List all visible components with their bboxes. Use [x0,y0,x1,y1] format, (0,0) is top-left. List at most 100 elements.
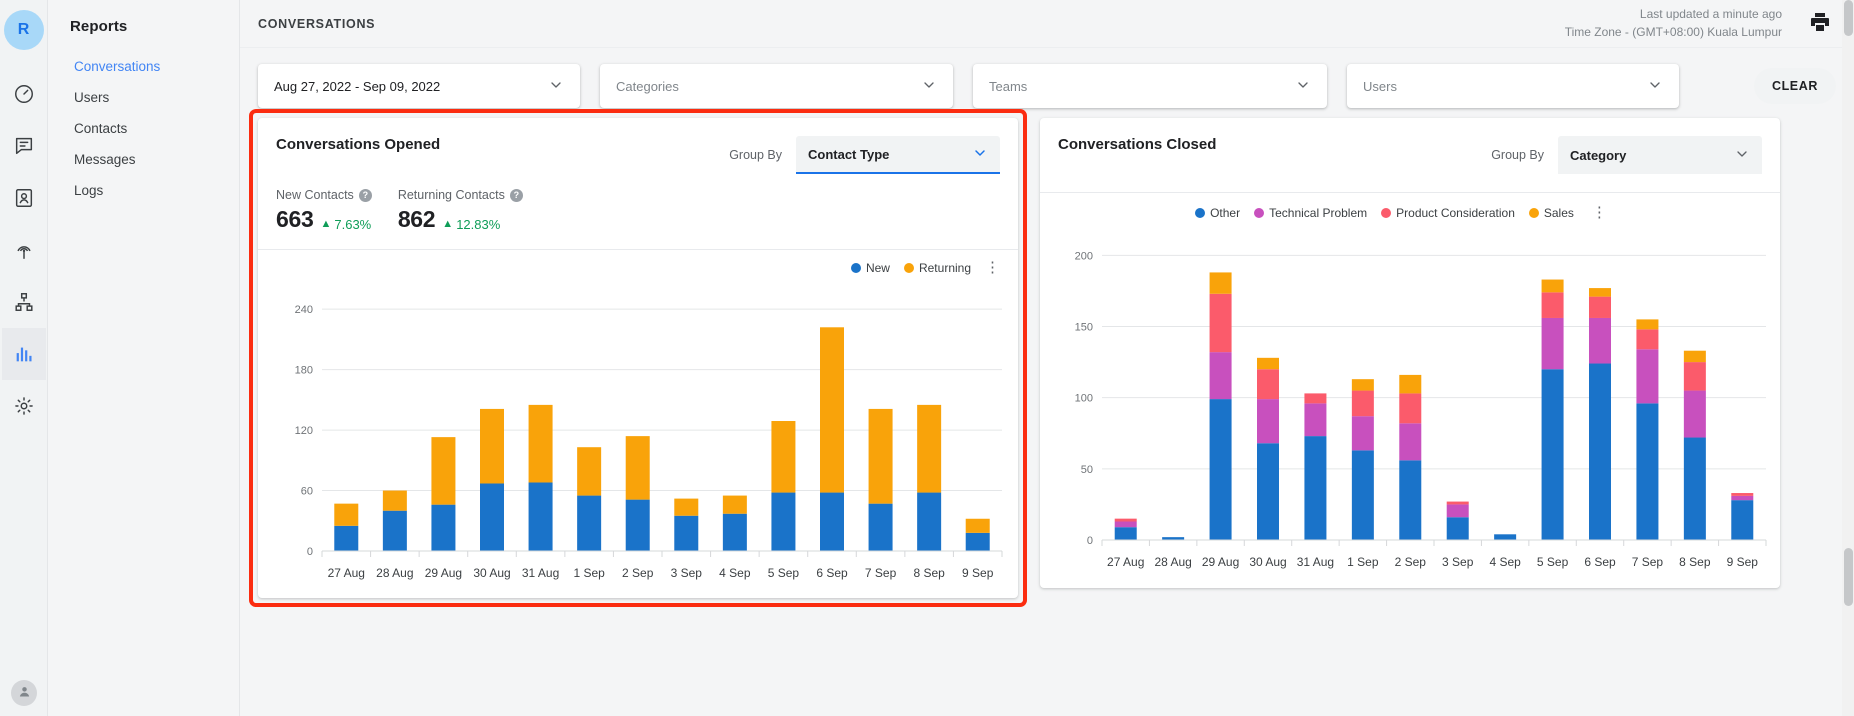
bar-segment[interactable] [1589,296,1611,318]
bar-segment[interactable] [1351,450,1374,540]
bar-segment[interactable] [625,499,650,551]
legend-item[interactable]: New [850,261,890,275]
bar-segment[interactable] [1589,288,1611,297]
bar-segment[interactable] [965,532,990,551]
bar-segment[interactable] [1399,460,1422,540]
bar-segment[interactable] [1731,493,1754,496]
page-scrollbar[interactable] [1842,0,1854,716]
bar-segment[interactable] [1731,500,1754,540]
group-by-select-closed[interactable]: Category [1558,136,1762,174]
scrollbar-thumb-top[interactable] [1844,0,1853,36]
teams-select[interactable]: Teams [973,64,1327,108]
bar-segment[interactable] [431,437,456,505]
sidebar-item-users[interactable]: Users [48,82,239,113]
bar-segment[interactable] [722,495,747,514]
bar-segment[interactable] [382,490,407,511]
rail-item-settings[interactable] [2,380,46,432]
legend-item[interactable]: Other [1195,206,1240,220]
bar-segment[interactable] [1257,443,1279,540]
sidebar-item-contacts[interactable]: Contacts [48,113,239,144]
help-icon[interactable]: ? [509,188,523,202]
bar-segment[interactable] [1541,317,1564,370]
bar-segment[interactable] [820,492,844,551]
bar-segment[interactable] [1446,504,1469,518]
bar-segment[interactable] [771,492,796,551]
scrollbar-thumb[interactable] [1844,548,1853,606]
bar-segment[interactable] [965,518,990,533]
bar-segment[interactable] [1209,272,1232,294]
sidebar-item-logs[interactable]: Logs [48,175,239,206]
bar-segment[interactable] [1541,279,1564,293]
legend-item[interactable]: Technical Problem [1254,206,1367,220]
date-range-select[interactable]: Aug 27, 2022 - Sep 09, 2022 [258,64,580,108]
legend-item[interactable]: Product Consideration [1381,206,1515,220]
bar-segment[interactable] [1541,369,1564,540]
bar-segment[interactable] [771,421,796,493]
chart-menu-button-opened[interactable]: ⋮ [985,260,1000,275]
bar-segment[interactable] [1114,521,1137,528]
bar-segment[interactable] [1636,349,1659,404]
bar-segment[interactable] [480,483,504,551]
bar-segment[interactable] [431,504,456,551]
bar-segment[interactable] [1257,357,1279,370]
bar-segment[interactable] [868,408,893,504]
bar-segment[interactable] [334,503,359,526]
sidebar-item-messages[interactable]: Messages [48,144,239,175]
bar-segment[interactable] [1731,495,1754,501]
bar-segment[interactable] [1114,518,1137,522]
bar-segment[interactable] [528,482,553,551]
bar-segment[interactable] [577,495,602,551]
bar-segment[interactable] [1257,399,1279,444]
bar-segment[interactable] [1589,363,1611,540]
bar-segment[interactable] [1589,317,1611,364]
bar-segment[interactable] [917,492,942,551]
bar-segment[interactable] [1683,390,1706,438]
bar-segment[interactable] [625,436,650,500]
rail-item-chats[interactable] [2,120,46,172]
rail-item-broadcasts[interactable] [2,224,46,276]
rail-item-workflows[interactable] [2,276,46,328]
users-select[interactable]: Users [1347,64,1679,108]
bar-segment[interactable] [1683,350,1706,363]
bar-segment[interactable] [917,404,942,493]
bar-segment[interactable] [820,327,844,493]
user-avatar[interactable] [11,680,37,706]
bar-segment[interactable] [1304,393,1327,404]
legend-item[interactable]: Returning [903,261,971,275]
bar-segment[interactable] [674,498,699,516]
bar-segment[interactable] [528,404,553,483]
bar-segment[interactable] [674,515,699,551]
chart-menu-button-closed[interactable]: ⋮ [1592,205,1607,220]
bar-segment[interactable] [1304,403,1327,437]
bar-segment[interactable] [1683,362,1706,391]
bar-segment[interactable] [1683,437,1706,540]
bar-segment[interactable] [1446,517,1469,540]
bar-segment[interactable] [1304,436,1327,540]
bar-segment[interactable] [1351,416,1374,451]
clear-filters-button[interactable]: CLEAR [1753,68,1836,104]
bar-segment[interactable] [1541,292,1564,318]
bar-segment[interactable] [722,513,747,551]
bar-segment[interactable] [1114,527,1137,540]
help-icon[interactable]: ? [358,188,372,202]
bar-segment[interactable] [1399,423,1422,461]
bar-segment[interactable] [1209,352,1232,400]
bar-segment[interactable] [1257,369,1279,400]
bar-segment[interactable] [1494,534,1517,540]
print-button[interactable] [1808,10,1832,37]
workspace-avatar[interactable]: R [3,10,44,50]
bar-segment[interactable] [1399,393,1422,424]
bar-segment[interactable] [577,447,602,496]
group-by-select-opened[interactable]: Contact Type [796,136,1000,174]
bar-segment[interactable] [1209,399,1232,540]
categories-select[interactable]: Categories [600,64,953,108]
bar-segment[interactable] [1399,374,1422,394]
bar-segment[interactable] [1636,403,1659,540]
bar-segment[interactable] [1636,329,1659,350]
bar-segment[interactable] [334,525,359,551]
bar-segment[interactable] [382,510,407,551]
rail-item-contacts[interactable] [2,172,46,224]
bar-segment[interactable] [1209,293,1232,353]
rail-item-dashboard[interactable] [2,68,46,120]
bar-segment[interactable] [868,503,893,551]
